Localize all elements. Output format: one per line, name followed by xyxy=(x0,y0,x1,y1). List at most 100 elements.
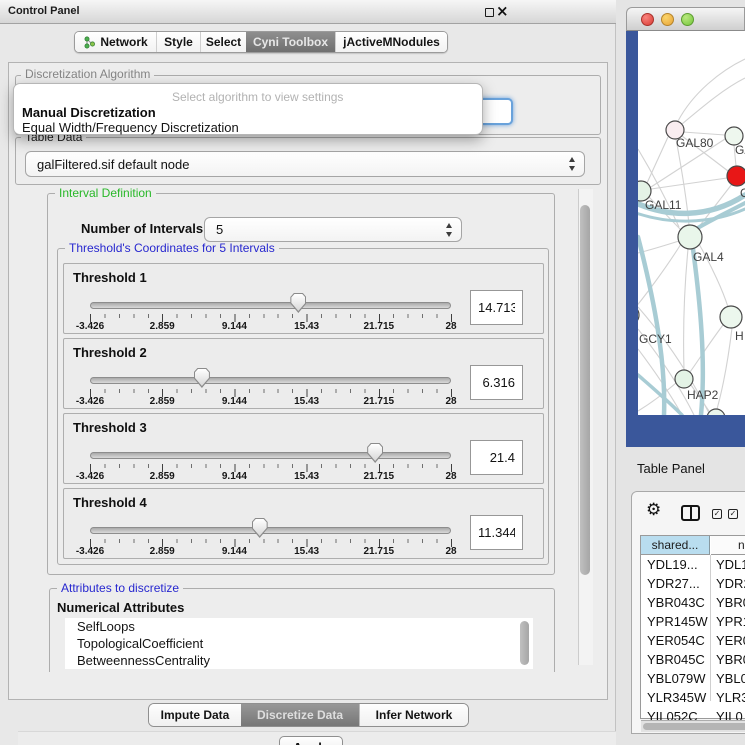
tab-select[interactable]: Select xyxy=(200,32,246,52)
tab-impute-data[interactable]: Impute Data xyxy=(149,704,241,726)
network-node[interactable] xyxy=(678,225,702,249)
network-node[interactable] xyxy=(727,166,745,186)
minimize-traffic-light[interactable] xyxy=(661,13,674,26)
window-title: Control Panel xyxy=(8,5,80,17)
table-row[interactable]: YBR045C YBR0 xyxy=(641,650,745,669)
table-row[interactable]: YDL19... YDL1 xyxy=(641,555,745,574)
table-panel-card: ⚙ ✓ ✓ shared... n YDL19...YDL1YDR27...YD… xyxy=(631,491,745,734)
threshold-2-value-field[interactable] xyxy=(470,365,523,400)
threshold-2-slider-thumb[interactable] xyxy=(194,368,210,388)
tab-jactivemnodules[interactable]: jActiveMNodules xyxy=(335,32,447,52)
network-node[interactable] xyxy=(720,306,742,328)
tab-infer-network[interactable]: Infer Network xyxy=(359,704,468,726)
cell-name[interactable]: YDL1 xyxy=(716,555,745,574)
cell-shared-name[interactable]: YDL19... xyxy=(647,555,698,574)
slider-track[interactable] xyxy=(90,302,451,309)
network-node-label: GAL80 xyxy=(676,136,714,150)
zoom-traffic-light[interactable] xyxy=(681,13,694,26)
cell-shared-name[interactable]: YDR27... xyxy=(647,574,700,593)
table-row[interactable]: YDR27... YDR2 xyxy=(641,574,745,593)
table-row[interactable]: YLR345W YLR3 xyxy=(641,688,745,707)
table-row[interactable]: YPR145W YPR1 xyxy=(641,612,745,631)
tab-style-label: Style xyxy=(164,35,193,49)
threshold-1-slider-thumb[interactable] xyxy=(290,293,306,313)
algorithm-option-manual[interactable]: Manual Discretization xyxy=(22,105,156,120)
cell-shared-name[interactable]: YBR045C xyxy=(647,650,705,669)
threshold-3-panel: Threshold 3 -3.4262.8599.14415.4321.7152… xyxy=(63,413,544,484)
threshold-1-value-field[interactable] xyxy=(470,290,523,325)
numerical-attributes-label: Numerical Attributes xyxy=(57,600,184,615)
numerical-attributes-list[interactable]: SelfLoopsTopologicalCoefficientBetweenne… xyxy=(65,618,533,669)
tab-discretize-data-label: Discretize Data xyxy=(257,708,343,722)
table-data-combo[interactable]: galFiltered.sif default node xyxy=(25,151,585,177)
number-of-intervals-value: 5 xyxy=(205,222,223,237)
network-canvas[interactable]: GAL80GACGAL11GAL4GCY1HHAP2 xyxy=(638,31,745,415)
cell-name[interactable]: YLR3 xyxy=(716,688,745,707)
interval-definition-group-title: Interval Definition xyxy=(55,187,156,199)
attribute-list-item[interactable]: SelfLoops xyxy=(65,618,533,635)
settings-scrollbar-thumb[interactable] xyxy=(580,205,590,575)
cell-shared-name[interactable]: YLR345W xyxy=(647,688,706,707)
threshold-3-value-field[interactable] xyxy=(470,440,523,475)
tab-style[interactable]: Style xyxy=(156,32,200,52)
network-node[interactable] xyxy=(707,409,725,415)
number-of-intervals-combo[interactable]: 5 xyxy=(204,217,462,242)
threshold-4-value-field[interactable] xyxy=(470,515,523,550)
column-header-name[interactable]: n xyxy=(711,536,745,555)
cell-name[interactable]: YER0 xyxy=(716,631,745,650)
checkbox-icon[interactable]: ✓ xyxy=(728,509,738,519)
cell-shared-name[interactable]: YBR043C xyxy=(647,593,705,612)
network-node[interactable] xyxy=(675,370,693,388)
threshold-4-slider-thumb[interactable] xyxy=(252,518,268,538)
table-hscrollbar-thumb[interactable] xyxy=(643,723,745,730)
tab-discretize-data[interactable]: Discretize Data xyxy=(241,704,359,726)
tab-network-label: Network xyxy=(100,35,147,49)
cell-name[interactable]: YBR0 xyxy=(716,650,745,669)
cell-name[interactable]: YBL0 xyxy=(716,669,745,688)
tab-network[interactable]: Network xyxy=(75,32,156,52)
slider-track[interactable] xyxy=(90,527,451,534)
table-row[interactable]: YER054C YER0 xyxy=(641,631,745,650)
cell-shared-name[interactable]: YPR145W xyxy=(647,612,708,631)
slider-track[interactable] xyxy=(90,377,451,384)
slider-major-ticks xyxy=(90,464,452,472)
cell-shared-name[interactable]: YBL079W xyxy=(647,669,706,688)
top-tab-bar: Network Style Select Cyni Toolbox jActiv… xyxy=(74,31,448,53)
split-columns-icon[interactable] xyxy=(681,505,700,521)
table-row[interactable]: YBL079W YBL0 xyxy=(641,669,745,688)
algorithm-dropdown-popup: Select algorithm to view settings Manual… xyxy=(13,83,483,135)
threshold-3-slider-thumb[interactable] xyxy=(367,443,383,463)
gear-icon[interactable]: ⚙ xyxy=(646,502,661,519)
tab-cyni-toolbox[interactable]: Cyni Toolbox xyxy=(246,32,335,52)
table-hscrollbar-track[interactable] xyxy=(641,720,745,732)
checkbox-icon[interactable]: ✓ xyxy=(712,509,722,519)
attribute-list-item[interactable]: BetweennessCentrality xyxy=(65,652,533,669)
cell-name[interactable]: YDR2 xyxy=(716,574,745,593)
discretization-algorithm-group-title: Discretization Algorithm xyxy=(21,68,154,80)
apply-row: Apply xyxy=(18,731,616,745)
bottom-tab-bar: Impute Data Discretize Data Infer Networ… xyxy=(148,703,469,727)
apply-button[interactable]: Apply xyxy=(279,736,343,745)
column-header-shared-name[interactable]: shared... xyxy=(641,536,710,555)
cell-name[interactable]: YPR1 xyxy=(716,612,745,631)
network-node-label: GCY1 xyxy=(639,332,672,346)
table-row[interactable]: YBR043C YBR0 xyxy=(641,593,745,612)
algorithm-option-equal-width[interactable]: Equal Width/Frequency Discretization xyxy=(22,120,239,135)
threshold-2-panel: Threshold 2 -3.4262.8599.14415.4321.7152… xyxy=(63,338,544,409)
close-traffic-light[interactable] xyxy=(641,13,654,26)
close-icon[interactable]: × xyxy=(496,2,509,20)
network-icon xyxy=(83,36,96,49)
table-panel-title: Table Panel xyxy=(637,461,705,476)
network-node-label: C xyxy=(740,186,745,200)
tab-jactivemnodules-label: jActiveMNodules xyxy=(343,35,440,49)
number-of-intervals-label: Number of Intervals xyxy=(81,221,203,236)
cell-name[interactable]: YBR0 xyxy=(716,593,745,612)
network-node-label: H xyxy=(735,329,744,343)
slider-track[interactable] xyxy=(90,452,451,459)
float-window-icon[interactable] xyxy=(485,8,494,17)
tab-infer-network-label: Infer Network xyxy=(376,708,453,722)
attributes-list-scrollbar[interactable] xyxy=(520,621,529,665)
network-node-label: HAP2 xyxy=(687,388,719,402)
cell-shared-name[interactable]: YER054C xyxy=(647,631,705,650)
attribute-list-item[interactable]: TopologicalCoefficient xyxy=(65,635,533,652)
